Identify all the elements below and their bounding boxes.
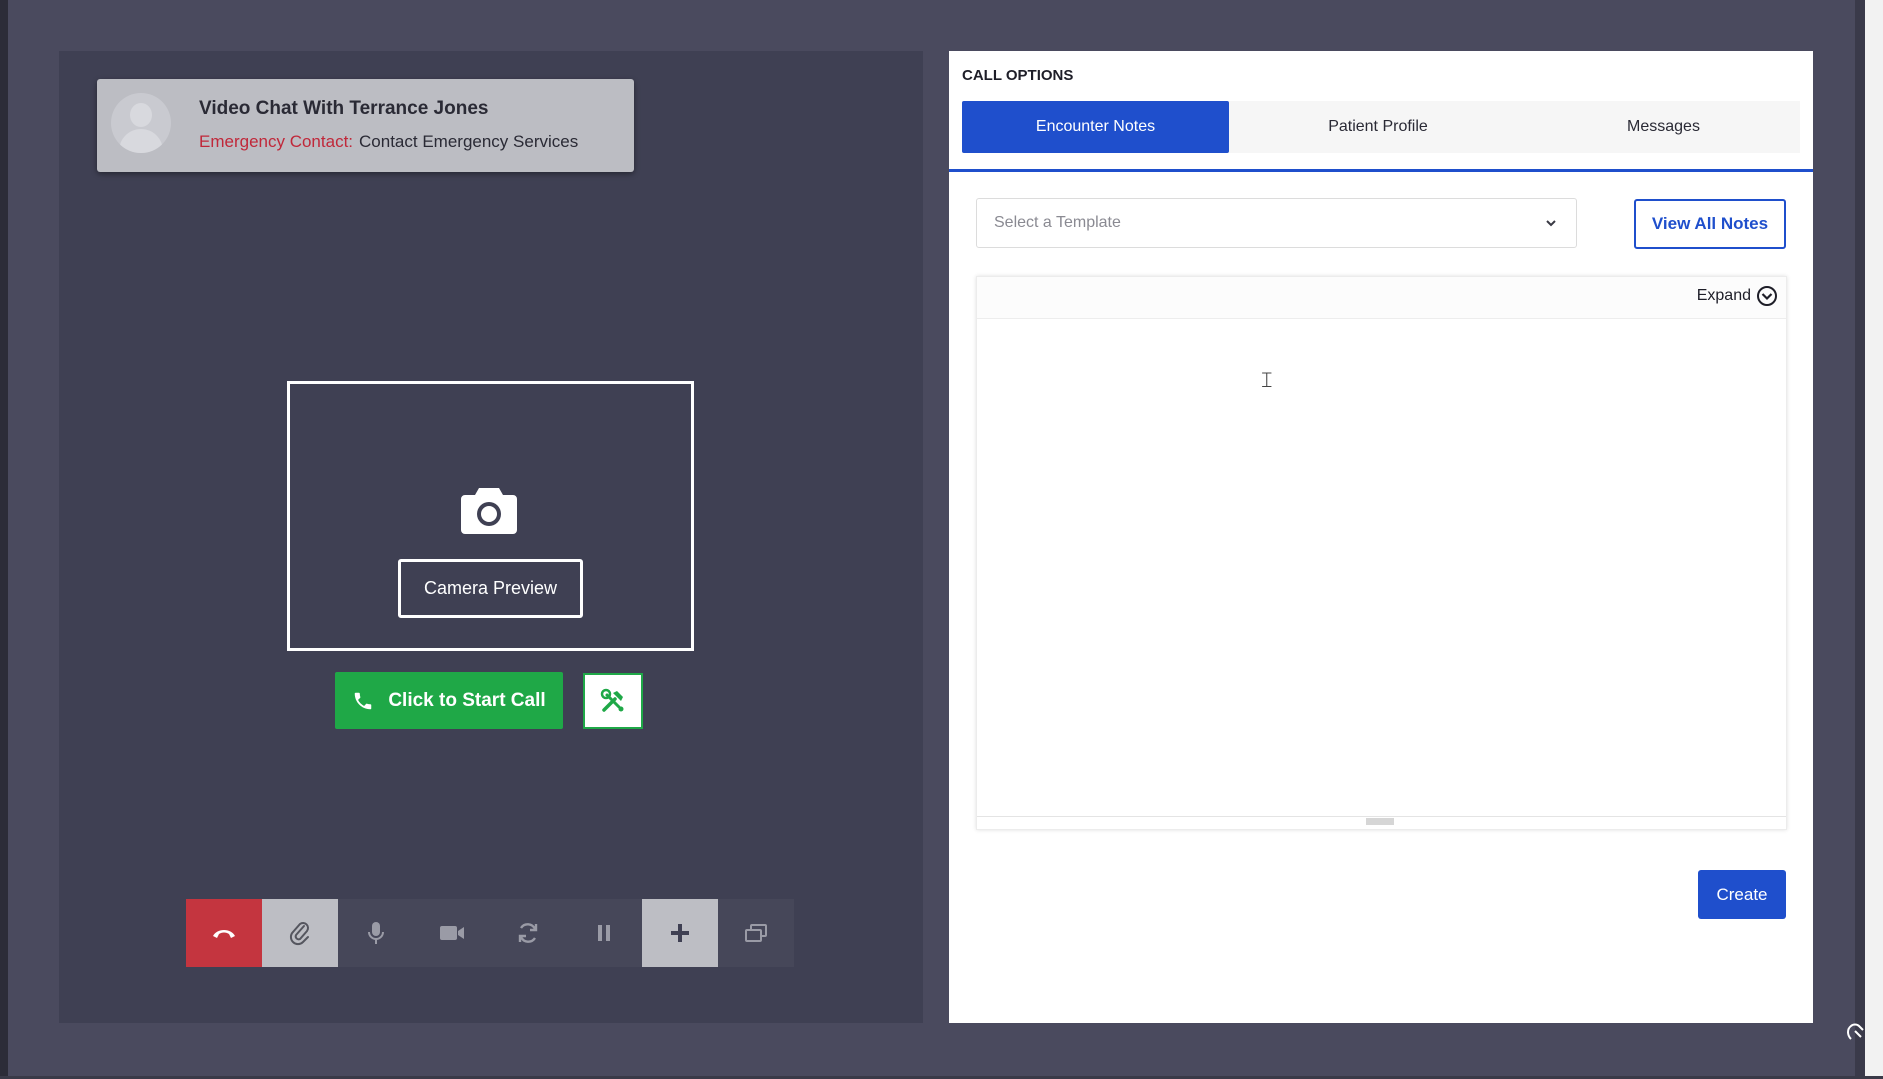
call-options-panel: CALL OPTIONS Encounter Notes Patient Pro…: [949, 51, 1813, 1023]
emergency-contact-label: Emergency Contact:: [199, 132, 354, 151]
phone-icon: [355, 692, 372, 709]
picture-in-picture-icon: [745, 924, 767, 942]
window-right-edge: [1865, 0, 1883, 1079]
start-call-button[interactable]: Click to Start Call: [335, 672, 563, 729]
start-call-label: Click to Start Call: [388, 689, 546, 711]
window-left-edge: [0, 0, 8, 1079]
video-button[interactable]: [414, 899, 490, 967]
camera-preview-button[interactable]: Camera Preview: [398, 559, 583, 618]
call-options-tabs: Encounter Notes Patient Profile Messages: [962, 101, 1800, 153]
caller-title: Video Chat With Terrance Jones: [199, 98, 489, 119]
expand-button[interactable]: Expand: [1697, 285, 1778, 307]
text-cursor-icon: 𝙸: [1259, 368, 1275, 393]
pause-button[interactable]: [566, 899, 642, 967]
tools-icon: [600, 688, 624, 712]
window-right-border: [1855, 0, 1865, 1079]
template-select-placeholder: Select a Template: [994, 214, 1121, 231]
camera-preview-area: Camera Preview: [287, 381, 694, 651]
end-call-button[interactable]: [186, 899, 262, 967]
emergency-contact: Emergency Contact: Contact Emergency Serv…: [199, 132, 578, 152]
microphone-button[interactable]: [338, 899, 414, 967]
chevron-down-icon: [1546, 220, 1556, 227]
tab-encounter-notes[interactable]: Encounter Notes: [962, 101, 1229, 153]
picture-in-picture-button[interactable]: [718, 899, 794, 967]
refresh-icon: [518, 923, 538, 943]
switch-camera-button[interactable]: [490, 899, 566, 967]
paperclip-icon: [289, 922, 309, 946]
emergency-contact-link[interactable]: Contact Emergency Services: [359, 132, 578, 151]
editor-bottom-border: [977, 816, 1786, 817]
microphone-icon: [368, 922, 384, 944]
tab-messages[interactable]: Messages: [1527, 101, 1800, 153]
video-panel: Video Chat With Terrance Jones Emergency…: [59, 51, 923, 1023]
notes-text-area[interactable]: 𝙸: [977, 320, 1786, 816]
chevron-circle-down-icon: [1757, 286, 1777, 306]
pause-icon: [598, 925, 610, 941]
notes-editor: Expand 𝙸: [976, 276, 1787, 830]
video-camera-icon: [440, 926, 464, 940]
call-settings-button[interactable]: [583, 673, 643, 729]
view-all-notes-button[interactable]: View All Notes: [1634, 199, 1786, 249]
caller-card: Video Chat With Terrance Jones Emergency…: [97, 79, 634, 172]
cursor-hand-icon: [1847, 1023, 1864, 1040]
camera-icon: [461, 488, 517, 534]
plus-icon: [671, 924, 689, 942]
add-participant-button[interactable]: [642, 899, 718, 967]
call-controls-bar: [186, 899, 796, 967]
create-button[interactable]: Create: [1698, 870, 1786, 919]
tab-patient-profile[interactable]: Patient Profile: [1229, 101, 1527, 153]
template-select[interactable]: Select a Template: [976, 198, 1577, 248]
call-options-title: CALL OPTIONS: [962, 67, 1074, 84]
caller-avatar: [111, 93, 171, 153]
expand-label: Expand: [1696, 287, 1751, 304]
editor-toolbar: Expand: [977, 277, 1786, 319]
end-call-icon: [213, 930, 235, 938]
tabs-divider: [949, 169, 1813, 172]
resize-handle[interactable]: [1366, 818, 1394, 825]
attach-button[interactable]: [262, 899, 338, 967]
